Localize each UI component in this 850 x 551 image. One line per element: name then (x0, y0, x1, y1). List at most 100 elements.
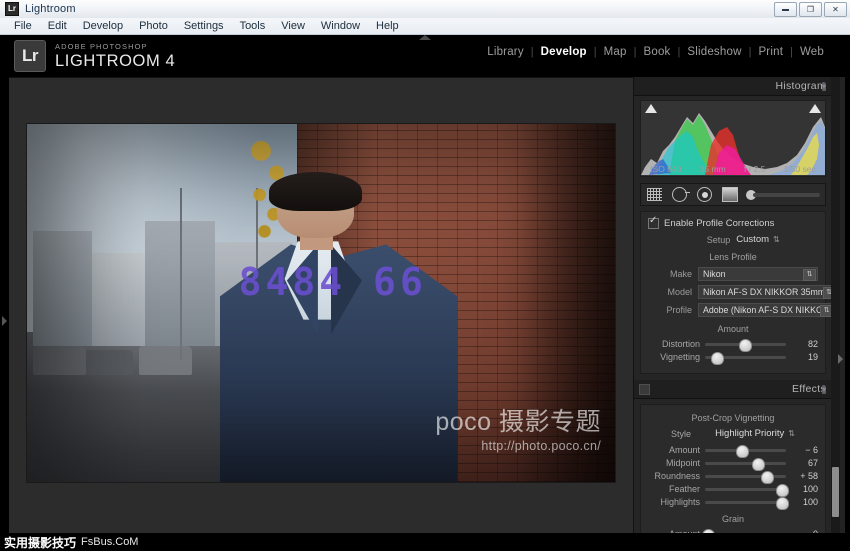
vignette-roundness-row[interactable]: Roundness + 58 (648, 470, 818, 484)
distortion-track[interactable] (705, 338, 786, 352)
lens-make-value: Nikon (703, 269, 726, 279)
highlight-clipping-icon[interactable] (809, 104, 821, 113)
menu-tools[interactable]: Tools (232, 19, 274, 33)
module-develop[interactable]: Develop (534, 46, 594, 58)
vignette-style-row[interactable]: Style Highlight Priority ⇅ (648, 428, 818, 439)
vignette-feather-track[interactable] (705, 483, 790, 497)
menu-window[interactable]: Window (313, 19, 368, 33)
histogram-header[interactable]: Histogram ▾ (634, 77, 832, 96)
vignette-amount-track[interactable] (705, 444, 786, 458)
vignetting-label: Vignetting (660, 352, 700, 362)
histogram-widget[interactable]: ISO 640 35 mm f / 2.5 1/50 sec (640, 100, 826, 177)
vignette-style-value[interactable]: Highlight Priority (715, 428, 784, 439)
menu-photo[interactable]: Photo (131, 19, 176, 33)
lens-profile-row[interactable]: Profile Adobe (Nikon AF-S DX NIKKO... ⇅ (648, 303, 832, 317)
maximize-icon: ❐ (806, 4, 815, 14)
module-web[interactable]: Web (793, 46, 831, 58)
vignetting-value: 19 (807, 352, 818, 362)
module-book[interactable]: Book (636, 46, 677, 58)
vignette-midpoint-knob[interactable] (751, 457, 765, 471)
chevron-down-icon[interactable]: ▾ (821, 81, 826, 91)
vignette-amount-knob[interactable] (735, 444, 749, 458)
photo-watermark-url: http://photo.poco.cn/ (481, 438, 601, 453)
menu-settings[interactable]: Settings (176, 19, 232, 33)
left-panel-toggle[interactable] (1, 315, 8, 327)
right-edge (845, 35, 850, 551)
vignette-midpoint-value: 67 (807, 458, 818, 468)
lens-model-field[interactable]: Nikon AF-S DX NIKKOR 35mm... ⇅ (698, 285, 832, 299)
minimize-button[interactable] (774, 2, 797, 17)
lens-model-row[interactable]: Model Nikon AF-S DX NIKKOR 35mm... ⇅ (648, 285, 832, 299)
photo-watermark: poco 摄影专题 http://photo.poco.cn/ (435, 409, 601, 453)
vignetting-track[interactable] (705, 351, 786, 365)
vignetting-slider-row[interactable]: Vignetting 19 (648, 351, 818, 365)
module-library[interactable]: Library (480, 46, 531, 58)
setup-stepper-icon[interactable]: ⇅ (773, 235, 780, 244)
lens-profile-field[interactable]: Adobe (Nikon AF-S DX NIKKO... ⇅ (698, 303, 832, 317)
vignette-roundness-value: + 58 (800, 471, 818, 481)
histogram-iso: ISO 640 (650, 164, 682, 174)
vignette-amount-label: Amount (668, 445, 700, 455)
menu-help[interactable]: Help (368, 19, 407, 33)
vignette-amount-row[interactable]: Amount − 6 (648, 444, 818, 458)
menu-file[interactable]: File (6, 19, 40, 33)
scrollbar-thumb[interactable] (832, 467, 839, 517)
close-button[interactable]: ✕ (824, 2, 847, 17)
lens-model-value: Nikon AF-S DX NIKKOR 35mm... (703, 287, 832, 297)
vignette-roundness-track[interactable] (705, 470, 786, 484)
menu-develop[interactable]: Develop (75, 19, 131, 33)
photo-canvas[interactable]: 8484 66 poco 摄影专题 http://photo.poco.cn/ (27, 124, 615, 482)
vignette-style-label: Style (671, 428, 692, 439)
vignette-highlights-row[interactable]: Highlights 100 (648, 496, 818, 510)
menu-edit[interactable]: Edit (40, 19, 75, 33)
identity-plate[interactable]: Lr ADOBE PHOTOSHOP LIGHTROOM 4 (14, 40, 175, 72)
vignette-highlights-track[interactable] (705, 496, 790, 510)
distortion-slider-row[interactable]: Distortion 82 (648, 338, 818, 352)
amount-header: Amount (717, 324, 749, 334)
right-panel-scrollbar[interactable] (831, 77, 840, 543)
top-panel-toggle[interactable] (415, 32, 435, 42)
vignette-style-stepper-icon[interactable]: ⇅ (788, 429, 795, 438)
module-print[interactable]: Print (751, 46, 790, 58)
setup-row[interactable]: Setup Custom ⇅ (648, 234, 818, 245)
lens-make-row[interactable]: Make Nikon ⇅ (648, 267, 818, 281)
enable-profile-corrections-checkbox[interactable] (648, 215, 659, 229)
maximize-button[interactable]: ❐ (799, 2, 822, 17)
crop-overlay-icon[interactable] (646, 187, 663, 202)
histogram-title: Histogram (775, 80, 826, 92)
enable-profile-corrections-label: Enable Profile Corrections (664, 218, 775, 229)
right-panel-toggle[interactable] (836, 353, 844, 365)
chevron-down-icon[interactable]: ▾ (821, 384, 826, 394)
red-eye-icon[interactable] (696, 187, 713, 202)
menu-view[interactable]: View (273, 19, 313, 33)
adjustment-brush-icon[interactable] (746, 189, 820, 200)
distortion-knob[interactable] (738, 338, 752, 352)
enable-profile-corrections-row[interactable]: Enable Profile Corrections (648, 215, 818, 229)
vignette-midpoint-track[interactable] (705, 457, 786, 471)
window-title: Lightroom (25, 3, 76, 15)
graduated-filter-icon[interactable] (721, 187, 738, 202)
spot-removal-icon[interactable] (671, 187, 690, 202)
lightroom-body: Lr ADOBE PHOTOSHOP LIGHTROOM 4 Library |… (0, 32, 850, 551)
lens-make-dropdown-icon[interactable]: ⇅ (803, 269, 816, 281)
distortion-label: Distortion (661, 339, 700, 349)
vignette-roundness-knob[interactable] (760, 470, 774, 484)
vignette-feather-knob[interactable] (776, 483, 790, 497)
setup-value[interactable]: Custom (736, 234, 769, 245)
lens-profile-header: Lens Profile (709, 252, 757, 262)
vignette-midpoint-row[interactable]: Midpoint 67 (648, 457, 818, 471)
histogram-shutter: 1/50 sec (783, 164, 816, 174)
effects-switch-icon[interactable] (639, 384, 650, 395)
lens-make-field[interactable]: Nikon ⇅ (698, 267, 818, 281)
grain-header: Grain (721, 514, 744, 524)
effects-header[interactable]: Effects ▾ (634, 380, 832, 399)
vignette-feather-row[interactable]: Feather 100 (648, 483, 818, 497)
photo-overlay-digits: 8484 66 (238, 259, 427, 304)
module-slideshow[interactable]: Slideshow (680, 46, 748, 58)
photo-image: 8484 66 poco 摄影专题 http://photo.poco.cn/ (27, 124, 615, 482)
vignette-highlights-knob[interactable] (776, 496, 790, 510)
module-map[interactable]: Map (597, 46, 634, 58)
vignetting-knob[interactable] (710, 351, 724, 365)
lens-corrections-panel: Enable Profile Corrections Setup Custom … (640, 211, 832, 374)
shadow-clipping-icon[interactable] (645, 104, 657, 113)
